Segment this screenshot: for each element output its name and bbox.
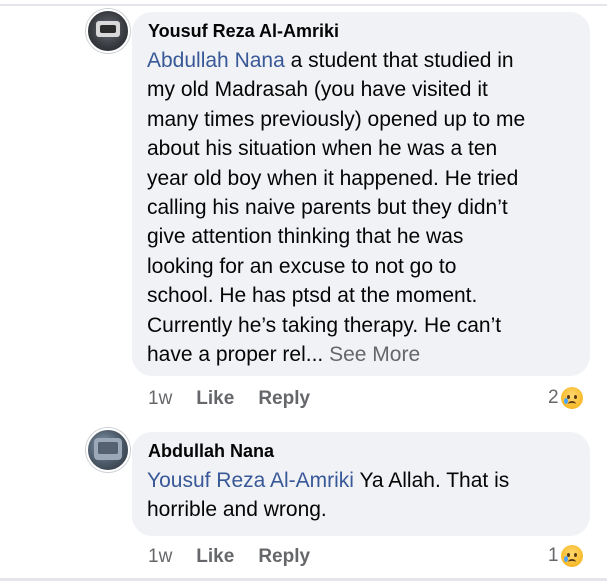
comment-line: looking for an excuse to not go to bbox=[147, 254, 457, 278]
mention-link[interactable]: Yousuf Reza Al-Amriki bbox=[147, 469, 354, 492]
avatar-yousuf[interactable] bbox=[86, 9, 130, 53]
comment-line: Abdullah Nana a student that studied in bbox=[147, 49, 514, 72]
comment-line: year old boy when it happened. He tried bbox=[147, 166, 519, 190]
mention-link[interactable]: Abdullah Nana bbox=[147, 49, 285, 72]
see-more-link[interactable]: See More bbox=[329, 343, 420, 366]
comment-line: have a proper rel... See More bbox=[147, 343, 421, 367]
comment-text: Abdullah Nana a student that studied in … bbox=[147, 46, 587, 369]
comment-text: Yousuf Reza Al-Amriki Ya Allah. That is … bbox=[147, 466, 587, 525]
reaction-summary[interactable]: 1 bbox=[548, 545, 583, 567]
comment-line: my old Madrasah (you have visited it bbox=[147, 78, 488, 102]
divider-top bbox=[0, 4, 607, 6]
reaction-count: 2 bbox=[548, 387, 559, 408]
comment-author[interactable]: Abdullah Nana bbox=[148, 441, 274, 462]
comment-line: school. He has ptsd at the moment. bbox=[147, 284, 478, 308]
comment-line: give attention thinking that he was bbox=[147, 225, 464, 249]
reply-button[interactable]: Reply bbox=[258, 546, 310, 567]
sad-emoji-icon bbox=[560, 545, 583, 567]
like-button[interactable]: Like bbox=[196, 388, 234, 409]
reaction-count: 1 bbox=[548, 545, 559, 566]
comment-line: calling his naive parents but they didn’… bbox=[147, 196, 508, 220]
comment-line: many times previously) opened up to me bbox=[147, 107, 526, 131]
comment-line: about his situation when he was a ten bbox=[147, 137, 498, 161]
timestamp[interactable]: 1w bbox=[148, 546, 172, 567]
comment-actions: 1w Like Reply bbox=[148, 546, 310, 568]
like-button[interactable]: Like bbox=[196, 546, 234, 567]
avatar-abdullah[interactable] bbox=[86, 428, 130, 472]
comment-actions: 1w Like Reply bbox=[148, 388, 310, 410]
sad-emoji-icon bbox=[560, 387, 583, 409]
comment-line: horrible and wrong. bbox=[147, 498, 327, 522]
reaction-summary[interactable]: 2 bbox=[548, 387, 583, 409]
comment-line: Currently he’s taking therapy. He can’t bbox=[147, 313, 502, 337]
comment-line: Yousuf Reza Al-Amriki Ya Allah. That is bbox=[147, 469, 510, 492]
timestamp[interactable]: 1w bbox=[148, 388, 172, 409]
comment-author[interactable]: Yousuf Reza Al-Amriki bbox=[148, 21, 339, 42]
reply-button[interactable]: Reply bbox=[258, 388, 310, 409]
